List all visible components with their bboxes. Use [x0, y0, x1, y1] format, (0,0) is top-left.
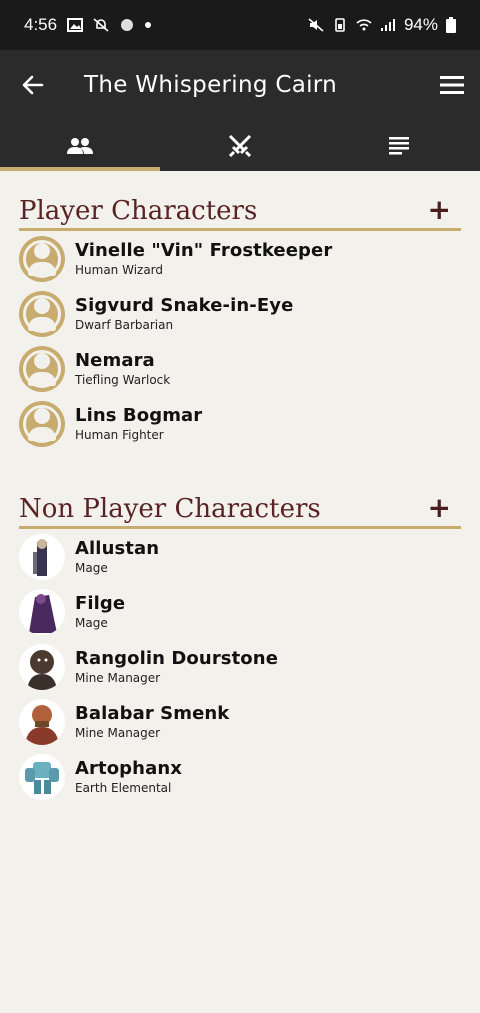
crossed-swords-icon [228, 134, 252, 157]
more-notifications-dot-icon [145, 22, 152, 28]
tab-combat[interactable] [160, 120, 320, 171]
wifi-icon [356, 19, 372, 31]
app-bar: The Whispering Cairn [0, 50, 480, 120]
list-item[interactable]: Allustan Mage [0, 529, 480, 584]
section-title: Non Player Characters [19, 494, 321, 524]
tab-characters[interactable] [0, 120, 160, 171]
character-portrait [19, 588, 65, 635]
tab-notes[interactable] [320, 120, 480, 171]
character-name: Balabar Smenk [75, 703, 230, 724]
character-subtitle: Tiefling Warlock [75, 373, 171, 387]
character-subtitle: Mage [75, 561, 108, 575]
add-player-character-button[interactable]: + [428, 196, 451, 224]
character-name: Vinelle "Vin" Frostkeeper [75, 240, 333, 261]
battery-saver-icon [335, 18, 345, 32]
status-bar: 4:56 94% [0, 0, 480, 50]
player-characters-header: Player Characters + [19, 171, 461, 231]
list-item[interactable]: Nemara Tiefling Warlock [0, 341, 480, 396]
non-player-characters-header: Non Player Characters + [19, 469, 461, 529]
section-title: Player Characters [19, 196, 258, 226]
list-item[interactable]: Sigvurd Snake-in-Eye Dwarf Barbarian [0, 286, 480, 341]
character-subtitle: Earth Elemental [75, 781, 172, 795]
list-item[interactable]: Vinelle "Vin" Frostkeeper Human Wizard [0, 231, 480, 286]
image-icon [67, 18, 84, 32]
character-name: Artophanx [75, 758, 182, 779]
character-name: Sigvurd Snake-in-Eye [75, 295, 294, 316]
character-name: Nemara [75, 350, 155, 371]
character-name: Filge [75, 593, 126, 614]
app-notification-icon [121, 19, 134, 31]
character-subtitle: Mine Manager [75, 671, 161, 685]
character-subtitle: Mage [75, 616, 108, 630]
people-icon [67, 137, 93, 154]
list-item[interactable]: Artophanx Earth Elemental [0, 749, 480, 804]
page-title: The Whispering Cairn [84, 72, 338, 98]
tab-bar [0, 120, 480, 171]
character-subtitle: Mine Manager [75, 726, 161, 740]
character-subtitle: Dwarf Barbarian [75, 318, 174, 332]
character-portrait [19, 643, 65, 690]
avatar-placeholder-icon [19, 400, 65, 447]
add-npc-button[interactable]: + [428, 494, 451, 522]
list-item[interactable]: Balabar Smenk Mine Manager [0, 694, 480, 749]
character-name: Rangolin Dourstone [75, 648, 278, 669]
avatar-placeholder-icon [19, 345, 65, 392]
back-button[interactable] [0, 50, 66, 120]
character-name: Allustan [75, 538, 160, 559]
menu-button[interactable] [424, 50, 480, 120]
arrow-left-icon [22, 75, 44, 95]
character-portrait [19, 533, 65, 580]
character-name: Lins Bogmar [75, 405, 203, 426]
list-item[interactable]: Lins Bogmar Human Fighter [0, 396, 480, 451]
hamburger-menu-icon [440, 76, 464, 94]
list-item[interactable]: Rangolin Dourstone Mine Manager [0, 639, 480, 694]
signal-icon [380, 19, 395, 31]
status-time: 4:56 [24, 15, 58, 34]
character-portrait [19, 698, 65, 745]
character-subtitle: Human Fighter [75, 428, 164, 442]
battery-icon [446, 17, 456, 33]
character-list: Player Characters + Vinelle "Vin" Frostk… [0, 171, 480, 804]
list-item[interactable]: Filge Mage [0, 584, 480, 639]
character-subtitle: Human Wizard [75, 263, 164, 277]
battery-percent: 94% [403, 15, 438, 34]
avatar-placeholder-icon [19, 290, 65, 337]
character-portrait [19, 753, 65, 800]
avatar-placeholder-icon [19, 235, 65, 282]
notes-icon [389, 136, 409, 154]
notifications-off-icon [93, 18, 109, 32]
mute-icon [308, 18, 324, 32]
